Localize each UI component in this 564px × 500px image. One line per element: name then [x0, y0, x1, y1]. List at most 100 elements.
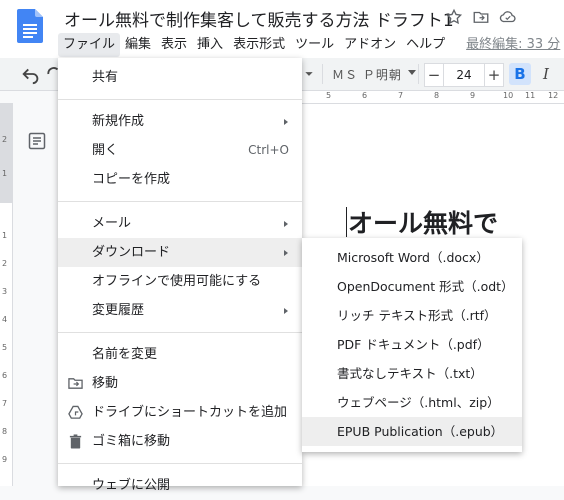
menu-item-label: 新規作成: [92, 114, 145, 129]
menu-item-label: メール: [92, 216, 132, 231]
menu-item-label: Microsoft Word（.docx）: [337, 250, 489, 265]
submenu-arrow-icon: [284, 250, 288, 256]
ruler-mark: 7: [2, 399, 8, 408]
menu-item-label: 変更履歴: [92, 303, 145, 318]
ruler-mark: 1: [2, 169, 8, 178]
menu-divider: [58, 332, 302, 333]
ruler-mark: 9: [2, 455, 8, 464]
ruler-mark: 8: [434, 91, 440, 100]
vertical-ruler[interactable]: 2 1 1 2 3 4 5 6 7 8 9: [0, 103, 13, 486]
menu-addons[interactable]: アドオン: [339, 33, 401, 57]
submenu-arrow-icon: [284, 221, 288, 227]
file-menu-move[interactable]: 移動: [58, 369, 302, 398]
title-bar: オール無料で制作集客して販売する方法 ドラフト1 ファイル 編集 表示 挿入 表…: [0, 0, 564, 58]
menu-help[interactable]: ヘルプ: [401, 33, 450, 57]
ruler-mark: 11: [525, 91, 536, 100]
file-menu-make-copy[interactable]: コピーを作成: [58, 165, 302, 194]
download-pdf[interactable]: PDF ドキュメント（.pdf）: [302, 330, 522, 359]
ruler-mark: 9: [470, 91, 476, 100]
google-docs-logo-icon[interactable]: [17, 9, 43, 43]
download-odt[interactable]: OpenDocument 形式（.odt）: [302, 272, 522, 301]
decrease-font-size-button[interactable]: −: [425, 64, 444, 86]
ruler-mark: 3: [2, 287, 8, 296]
menu-item-label: コピーを作成: [92, 172, 171, 187]
cloud-saved-icon[interactable]: [499, 8, 517, 26]
menu-item-label: PDF ドキュメント（.pdf）: [337, 337, 490, 352]
menu-item-label: 開く: [92, 143, 119, 158]
ruler-mark: 2: [2, 135, 8, 144]
horizontal-ruler[interactable]: 5 6 7 8 9 10 11 12: [300, 91, 564, 104]
download-epub[interactable]: EPUB Publication（.epub）: [302, 417, 522, 446]
menu-insert[interactable]: 挿入: [192, 33, 228, 57]
document-title[interactable]: オール無料で制作集客して販売する方法 ドラフト1: [64, 6, 454, 31]
menu-item-label: 移動: [92, 376, 119, 391]
text-cursor: [346, 207, 347, 237]
document-heading[interactable]: オール無料で: [348, 204, 498, 240]
download-txt[interactable]: 書式なしテキスト（.txt）: [302, 359, 522, 388]
menu-tools[interactable]: ツール: [290, 33, 339, 57]
style-dropdown-arrow-icon[interactable]: [303, 63, 315, 85]
download-html[interactable]: ウェブページ（.html、zip）: [302, 388, 522, 417]
menu-item-label: ゴミ箱に移動: [92, 434, 171, 449]
last-edit-link[interactable]: 最終編集: 33 分: [450, 33, 564, 57]
menu-item-label: OpenDocument 形式（.odt）: [337, 279, 514, 294]
ruler-mark: 10: [503, 91, 514, 100]
menu-item-label: 共有: [92, 70, 119, 85]
ruler-mark: 2: [2, 259, 8, 268]
move-folder-icon: [68, 378, 83, 389]
file-menu-offline[interactable]: オフラインで使用可能にする: [58, 267, 302, 296]
file-menu-rename[interactable]: 名前を変更: [58, 340, 302, 369]
undo-icon[interactable]: [20, 63, 42, 85]
menu-item-label: 名前を変更: [92, 347, 158, 362]
file-menu-add-shortcut[interactable]: ドライブにショートカットを追加: [58, 398, 302, 427]
increase-font-size-button[interactable]: +: [484, 64, 503, 86]
file-menu: 共有 新規作成 開く Ctrl+O コピーを作成 メール ダウンロード オフライ…: [58, 58, 302, 493]
move-folder-icon[interactable]: [472, 8, 490, 26]
italic-button[interactable]: I: [536, 63, 556, 85]
file-menu-share[interactable]: 共有: [58, 63, 302, 92]
file-menu-open[interactable]: 開く Ctrl+O: [58, 136, 302, 165]
menu-item-label: 書式なしテキスト（.txt）: [337, 366, 483, 381]
font-family-select[interactable]: ＭＳ Ｐ明朝: [332, 66, 402, 83]
menu-item-label: ウェブページ（.html、zip）: [337, 395, 500, 410]
submenu-arrow-icon: [284, 119, 288, 125]
download-submenu: Microsoft Word（.docx） OpenDocument 形式（.o…: [302, 238, 522, 452]
ruler-mark: 6: [2, 371, 8, 380]
drive-shortcut-icon: [68, 405, 83, 419]
shortcut-hint: Ctrl+O: [248, 143, 289, 157]
menu-item-label: オフラインで使用可能にする: [92, 274, 262, 289]
menu-file[interactable]: ファイル: [58, 33, 121, 57]
menu-format[interactable]: 表示形式: [228, 33, 290, 57]
font-size-input[interactable]: 24: [445, 64, 483, 86]
menu-edit[interactable]: 編集: [120, 33, 156, 57]
menu-item-label: ダウンロード: [92, 245, 171, 260]
document-outline-icon[interactable]: [28, 132, 46, 150]
file-menu-version-history[interactable]: 変更履歴: [58, 296, 302, 325]
menu-divider: [58, 463, 302, 464]
menu-item-label: リッチ テキスト形式（.rtf）: [337, 308, 497, 323]
ruler-mark: 12: [548, 91, 559, 100]
file-menu-new[interactable]: 新規作成: [58, 107, 302, 136]
bold-button[interactable]: B: [509, 63, 531, 85]
menu-item-label: ドライブにショートカットを追加: [92, 405, 288, 420]
ruler-mark: 5: [2, 343, 8, 352]
ruler-mark: 4: [2, 315, 8, 324]
ruler-mark: 7: [398, 91, 404, 100]
ruler-mark: 5: [326, 91, 332, 100]
menu-item-label: EPUB Publication（.epub）: [337, 424, 504, 439]
download-docx[interactable]: Microsoft Word（.docx）: [302, 243, 522, 272]
file-menu-download[interactable]: ダウンロード: [58, 238, 302, 267]
trash-icon: [69, 434, 82, 449]
font-dropdown-arrow-icon[interactable]: [408, 70, 416, 75]
menu-view[interactable]: 表示: [156, 33, 192, 57]
file-menu-email[interactable]: メール: [58, 209, 302, 238]
ruler-mark: 8: [2, 427, 8, 436]
menu-divider: [58, 99, 302, 100]
menu-bar: ファイル 編集 表示 挿入 表示形式 ツール アドオン ヘルプ 最終編集: 33…: [58, 33, 564, 57]
ruler-mark: 6: [362, 91, 368, 100]
download-rtf[interactable]: リッチ テキスト形式（.rtf）: [302, 301, 522, 330]
file-menu-trash[interactable]: ゴミ箱に移動: [58, 427, 302, 456]
star-icon[interactable]: [445, 8, 463, 26]
menu-divider: [58, 201, 302, 202]
redo-icon[interactable]: [46, 63, 58, 85]
